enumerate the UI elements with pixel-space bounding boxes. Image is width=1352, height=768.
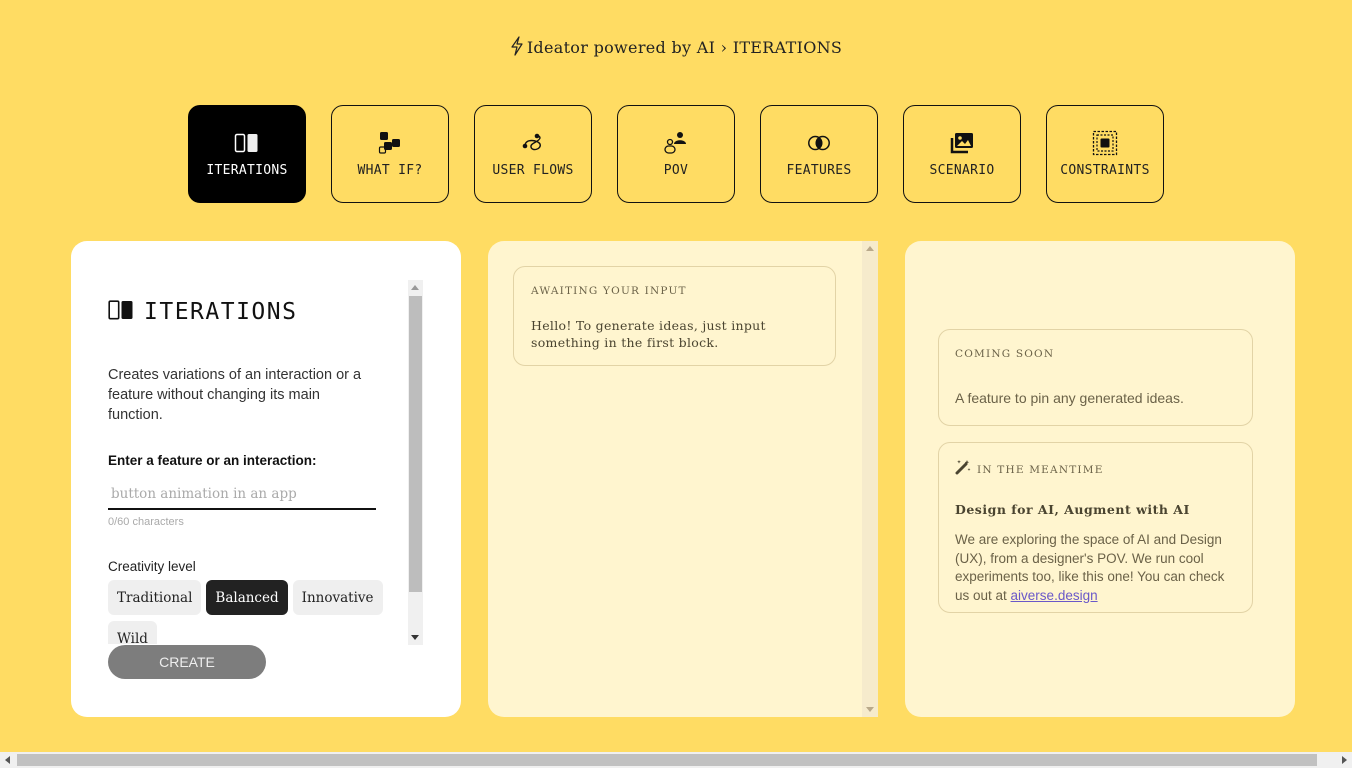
card-eyebrow: AWAITING YOUR INPUT xyxy=(531,285,687,297)
users-icon xyxy=(663,131,689,155)
feature-input-label: Enter a feature or an interaction: xyxy=(108,453,317,468)
scroll-left-arrow-icon[interactable] xyxy=(5,756,10,764)
overlap-circles-icon xyxy=(806,131,832,155)
panel-description: Creates variations of an interaction or … xyxy=(108,367,362,423)
tab-constraints[interactable]: CONSTRAINTS xyxy=(1046,105,1164,203)
aiverse-link[interactable]: aiverse.design xyxy=(1011,588,1098,603)
breadcrumb-separator: › xyxy=(720,38,728,57)
columns-icon xyxy=(108,299,134,325)
card-heading: Design for AI, Augment with AI xyxy=(955,502,1190,517)
tab-iterations[interactable]: ITERATIONS xyxy=(188,105,306,203)
scroll-up-arrow-icon[interactable] xyxy=(411,285,419,290)
app-name: Ideator powered by AI xyxy=(526,38,716,57)
tab-pov[interactable]: POV xyxy=(617,105,735,203)
frame-icon xyxy=(1092,130,1118,155)
scrollbar-thumb[interactable] xyxy=(409,296,422,592)
left-panel-scrollbar[interactable] xyxy=(408,280,423,645)
create-button[interactable]: CREATE xyxy=(108,645,266,679)
horizontal-scrollbar-thumb[interactable] xyxy=(17,754,1317,766)
scroll-up-arrow-icon[interactable] xyxy=(866,246,874,251)
card-body: We are exploring the space of AI and Des… xyxy=(955,532,1225,603)
panel-title: ITERATIONS xyxy=(108,299,297,325)
columns-icon xyxy=(234,131,260,155)
breadcrumb-current: ITERATIONS xyxy=(732,38,843,57)
creativity-option-innovative[interactable]: Innovative xyxy=(292,580,383,615)
tab-features[interactable]: FEATURES xyxy=(760,105,878,203)
blocks-icon xyxy=(377,131,403,155)
card-eyebrow: COMING SOON xyxy=(955,348,1055,360)
character-count: 0/60 characters xyxy=(108,516,184,528)
creativity-level-label: Creativity level xyxy=(108,559,196,574)
scroll-down-arrow-icon[interactable] xyxy=(866,707,874,712)
card-message: A feature to pin any generated ideas. xyxy=(955,390,1184,406)
mode-tabs: ITERATIONS WHAT IF? USER FLOWS POV FEATU… xyxy=(188,105,1164,203)
creativity-option-traditional[interactable]: Traditional xyxy=(108,580,202,615)
card-message: Hello! To generate ideas, just input som… xyxy=(531,318,766,350)
scroll-right-arrow-icon[interactable] xyxy=(1342,756,1347,764)
tab-what-if[interactable]: WHAT IF? xyxy=(331,105,449,203)
lightning-icon xyxy=(510,36,524,60)
feature-input[interactable] xyxy=(108,479,376,510)
results-scrollbar[interactable] xyxy=(862,241,878,717)
meantime-card: IN THE MEANTIME Design for AI, Augment w… xyxy=(938,442,1253,613)
flow-icon xyxy=(520,131,546,155)
horizontal-scrollbar[interactable] xyxy=(0,752,1352,768)
creativity-option-balanced[interactable]: Balanced xyxy=(206,580,288,615)
images-icon xyxy=(949,131,975,155)
coming-soon-card: COMING SOON A feature to pin any generat… xyxy=(938,329,1253,426)
creativity-level-options: Traditional Balanced Innovative Wild xyxy=(108,580,388,644)
awaiting-input-card: AWAITING YOUR INPUT Hello! To generate i… xyxy=(513,266,836,366)
card-eyebrow: IN THE MEANTIME xyxy=(977,463,1104,476)
scroll-down-arrow-icon[interactable] xyxy=(411,635,419,640)
tab-scenario[interactable]: SCENARIO xyxy=(903,105,1021,203)
magic-wand-icon xyxy=(955,459,977,480)
tab-user-flows[interactable]: USER FLOWS xyxy=(474,105,592,203)
breadcrumb: Ideator powered by AI › ITERATIONS xyxy=(0,36,1352,60)
creativity-option-wild[interactable]: Wild xyxy=(108,621,157,644)
